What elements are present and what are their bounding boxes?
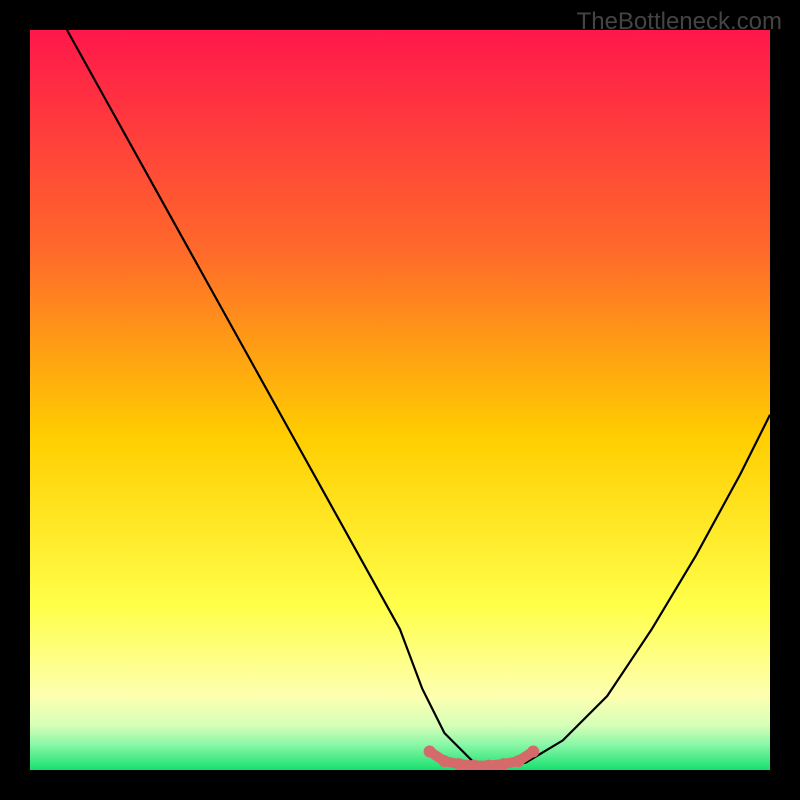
chart-area — [30, 30, 770, 770]
optimal-band-dot — [498, 758, 510, 770]
optimal-band-dot — [512, 755, 524, 767]
optimal-band-dot — [438, 755, 450, 767]
bottleneck-curve — [67, 30, 770, 766]
optimal-band-dot — [453, 758, 465, 770]
optimal-band-dot — [527, 746, 539, 758]
watermark-text: TheBottleneck.com — [577, 8, 782, 36]
chart-series-layer — [30, 30, 770, 770]
optimal-band-dot — [424, 746, 436, 758]
